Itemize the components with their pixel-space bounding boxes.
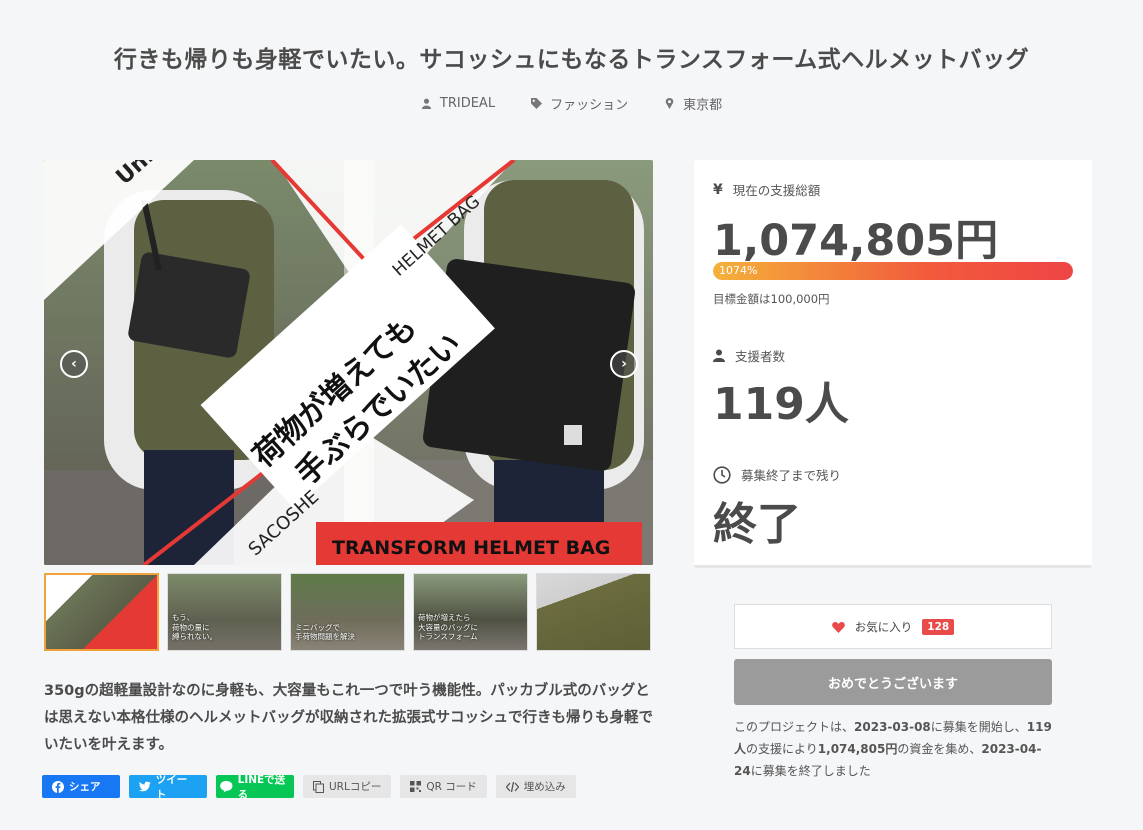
qr-code-button[interactable]: QR コード	[400, 775, 487, 798]
facebook-share-button[interactable]: シェア	[42, 775, 120, 798]
funding-progress-bar: 1074%	[713, 262, 1073, 280]
user-icon	[421, 98, 431, 109]
thumbnail-3[interactable]: ミニバッグで 手荷物問題を解決	[290, 573, 405, 651]
summary-text: に募集を終了しました	[750, 764, 871, 778]
backers-value: 119人	[713, 379, 849, 430]
twitter-share-button[interactable]: ツイート	[129, 774, 207, 801]
project-description: 350gの超軽量設計なのに身軽も、大容量もこれ一つで叶う機能性。パッカブル式のバ…	[44, 683, 653, 753]
line-share-label: LINEで送る	[237, 773, 286, 801]
progress-percent: 1074%	[719, 264, 758, 277]
line-icon	[220, 780, 233, 793]
person-icon	[713, 349, 725, 362]
remaining-label-text: 募集終了まで残り	[741, 468, 842, 483]
location-name: 東京都	[683, 98, 723, 113]
yen-icon: ¥	[713, 181, 723, 198]
facebook-icon	[52, 780, 64, 793]
next-slide-button[interactable]: ›	[610, 350, 638, 378]
hero-image: UniRT HELMET BAG 荷物が増えても 手ぶらでいたい SACOSHE…	[44, 160, 653, 565]
owner-name: TRIDEAL	[439, 96, 496, 111]
thumbnail-5[interactable]	[536, 573, 651, 651]
project-meta: TRIDEAL ファッション 東京都	[0, 94, 1143, 113]
congrats-button[interactable]: おめでとうございます	[734, 659, 1052, 705]
backers-label-text: 支援者数	[735, 349, 786, 364]
thumbnail-caption: ミニバッグで 手荷物問題を解決	[295, 622, 355, 642]
start-date: 2023-03-08	[854, 720, 931, 734]
twitter-share-label: ツイート	[155, 773, 188, 801]
stats-card: ¥ 現在の支援総額 1,074,805円 1074% 目標金額は100,000円…	[694, 160, 1092, 568]
chevron-left-icon: ‹	[71, 356, 77, 372]
chevron-right-icon: ›	[621, 356, 627, 372]
thumbnail-2[interactable]: もう、 荷物の量に 縛られない。	[167, 573, 282, 651]
thumbnail-caption: もう、 荷物の量に 縛られない。	[172, 612, 217, 642]
embed-label: 埋め込み	[523, 781, 566, 793]
project-summary: このプロジェクトは、2023-03-08に募集を開始し、119人の支援により1,…	[734, 716, 1052, 782]
url-copy-button[interactable]: URLコピー	[303, 775, 392, 798]
summary-text: に募集を開始し、	[930, 720, 1027, 734]
url-copy-label: URLコピー	[329, 781, 382, 793]
prev-slide-button[interactable]: ‹	[60, 350, 88, 378]
favorite-count-badge: 128	[922, 618, 955, 635]
remaining-label: 募集終了まで残り	[713, 465, 841, 484]
thumbnail-1[interactable]	[44, 573, 159, 651]
location-link[interactable]: 東京都	[664, 94, 722, 113]
progress-fill	[713, 262, 1073, 280]
favorite-label: お気に入り	[854, 619, 913, 634]
share-bar: シェア ツイート LINEで送る URLコピー QR コード 埋め込み	[42, 774, 576, 801]
total-amount-value: 1,074,805円	[713, 216, 999, 266]
thumbnail-caption: 荷物が増えたら 大容量のバッグに トランスフォーム	[418, 612, 478, 642]
heart-icon	[831, 621, 845, 633]
thumbnail-4[interactable]: 荷物が増えたら 大容量のバッグに トランスフォーム	[413, 573, 528, 651]
category-link[interactable]: ファッション	[531, 94, 628, 113]
summary-amount: 1,074,805円	[817, 742, 898, 756]
embed-button[interactable]: 埋め込み	[495, 775, 576, 798]
backers-label: 支援者数	[713, 346, 785, 365]
clock-icon	[713, 465, 731, 484]
project-title: 行きも帰りも身軽でいたい。サコッシュにもなるトランスフォーム式ヘルメットバッグ	[113, 47, 1030, 73]
banner-text: TRANSFORM HELMET BAG	[332, 537, 610, 559]
qr-code-icon	[410, 781, 422, 792]
owner-link[interactable]: TRIDEAL	[421, 94, 495, 113]
twitter-icon	[139, 781, 151, 792]
total-label-text: 現在の支援総額	[732, 183, 821, 198]
total-amount-label: ¥ 現在の支援総額	[713, 180, 820, 199]
summary-text: の支援により	[746, 742, 818, 756]
qr-code-label: QR コード	[426, 781, 477, 793]
code-icon	[505, 781, 519, 792]
copy-icon	[313, 780, 324, 793]
remaining-value: 終了	[713, 499, 801, 550]
facebook-share-label: シェア	[69, 781, 101, 793]
summary-text: このプロジェクトは、	[734, 720, 855, 734]
summary-text: の資金を集め、	[897, 742, 982, 756]
goal-amount: 目標金額は100,000円	[713, 292, 830, 306]
map-pin-icon	[665, 98, 674, 109]
favorite-button[interactable]: お気に入り 128	[734, 604, 1052, 649]
category-name: ファッション	[550, 98, 629, 113]
line-share-button[interactable]: LINEで送る	[216, 774, 294, 801]
thumbnail-strip: もう、 荷物の量に 縛られない。 ミニバッグで 手荷物問題を解決 荷物が増えたら…	[44, 573, 651, 651]
tag-icon	[531, 98, 543, 109]
